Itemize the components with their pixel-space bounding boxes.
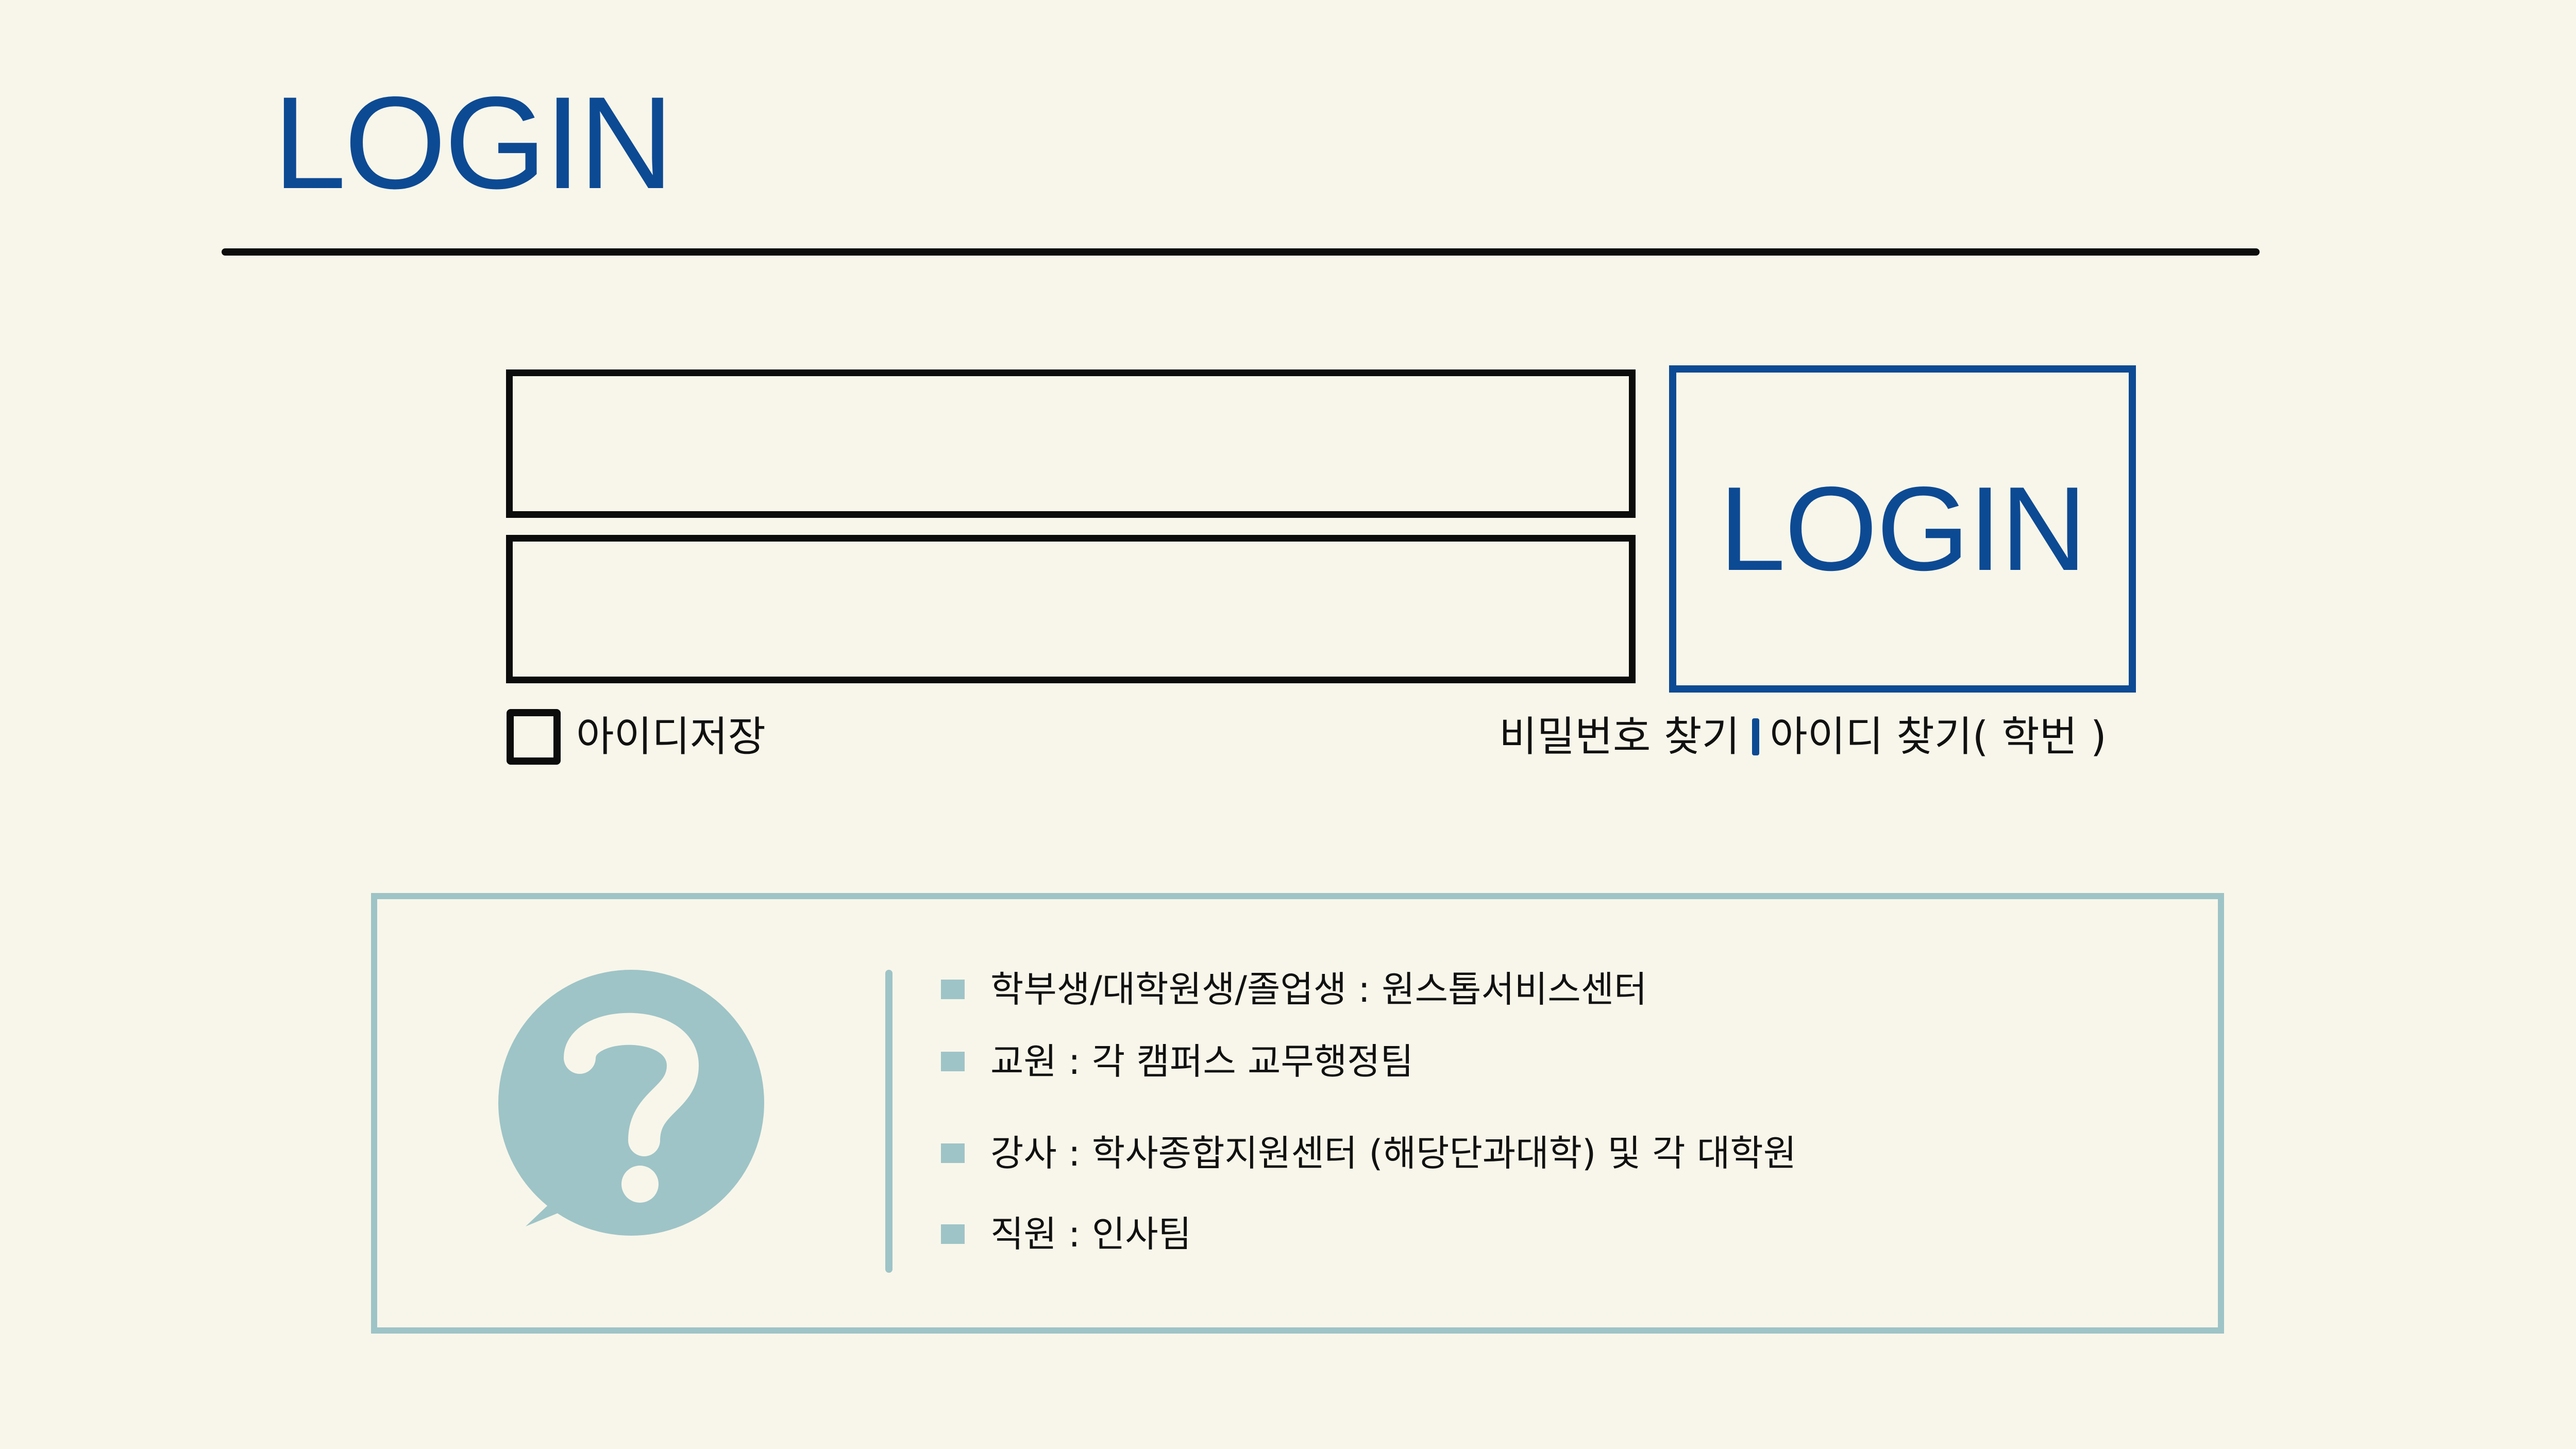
link-divider: [1752, 718, 1760, 755]
bullet-square-icon: [941, 1224, 965, 1244]
help-item: 학부생/대학원생/졸업생 : 원스톱서비스센터: [941, 964, 1647, 1015]
find-id-link[interactable]: 아이디 찾기( 학번 ): [1770, 709, 2107, 765]
account-recovery-links: 비밀번호 찾기 아이디 찾기( 학번 ): [1499, 709, 2107, 765]
question-speech-bubble-icon: [498, 970, 764, 1236]
remember-id-checkbox[interactable]: [507, 709, 561, 765]
id-input[interactable]: [506, 369, 1636, 518]
login-button-label: LOGIN: [1719, 462, 2087, 596]
help-divider: [885, 970, 893, 1273]
help-item: 강사 : 학사종합지원센터 (해당단과대학) 및 각 대학원: [941, 1127, 1796, 1179]
help-item-text: 교원 : 각 캠퍼스 교무행정팀: [990, 1040, 1413, 1083]
help-item: 직원 : 인사팀: [941, 1208, 1191, 1260]
help-item-text: 직원 : 인사팀: [990, 1213, 1192, 1255]
help-item: 교원 : 각 캠퍼스 교무행정팀: [941, 1036, 1413, 1087]
remember-id-label[interactable]: 아이디저장: [576, 709, 766, 765]
login-button[interactable]: LOGIN: [1669, 365, 2136, 693]
title-divider: [222, 248, 2260, 256]
bullet-square-icon: [941, 1143, 965, 1163]
help-item-text: 강사 : 학사종합지원센터 (해당단과대학) 및 각 대학원: [990, 1132, 1797, 1174]
bullet-square-icon: [941, 980, 965, 999]
help-item-text: 학부생/대학원생/졸업생 : 원스톱서비스센터: [990, 968, 1647, 1010]
password-input[interactable]: [506, 535, 1636, 683]
bullet-square-icon: [941, 1052, 965, 1071]
find-password-link[interactable]: 비밀번호 찾기: [1499, 709, 1740, 765]
page-title: LOGIN: [273, 70, 674, 216]
